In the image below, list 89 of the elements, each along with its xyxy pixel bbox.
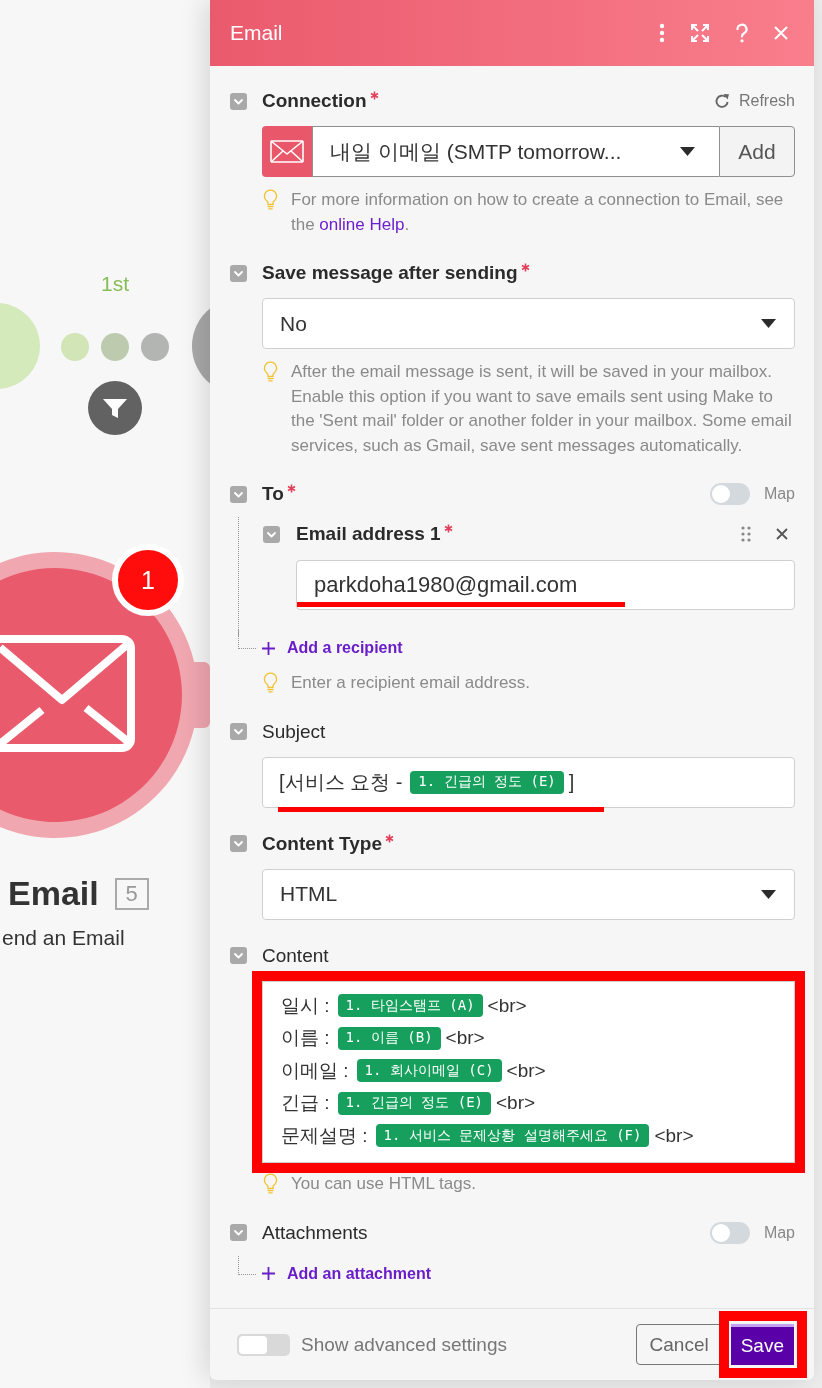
mapped-variable: 1. 회사이메일 (C) xyxy=(356,1059,502,1083)
advanced-settings-label: Show advanced settings xyxy=(301,1333,507,1356)
field-label: Attachments xyxy=(262,1221,368,1244)
module-node[interactable] xyxy=(0,552,210,838)
refresh-icon xyxy=(713,93,730,109)
add-button[interactable]: Add xyxy=(719,126,795,177)
hint-text: After the email message is sent, it will be saved in your mailbox. Enable this option if you want to save emails sent using Make to the 'Sent mail' folder or another folder in your mailbox. Some email services, such as Gmail, save sent messages automatically. xyxy=(291,361,793,457)
lightbulb-icon xyxy=(263,672,278,693)
hint-text: You can use HTML tags. xyxy=(291,1173,476,1195)
field-label: Connection xyxy=(262,90,367,112)
asterisk-icon xyxy=(369,91,379,100)
map-label: Map xyxy=(763,485,795,503)
module-number: 5 xyxy=(114,877,149,910)
help-icon[interactable] xyxy=(735,23,749,43)
caret-icon xyxy=(761,889,776,899)
close-icon[interactable] xyxy=(776,528,788,540)
lightbulb-icon xyxy=(263,1173,278,1194)
input-text: [서비스 요청 - xyxy=(279,769,403,795)
input-text: ] xyxy=(568,770,575,794)
drag-handle-icon[interactable] xyxy=(741,526,751,542)
module-node[interactable] xyxy=(0,302,42,390)
module-subtitle: end an Email xyxy=(2,926,125,950)
mapped-variable: 1. 긴급의 정도 (E) xyxy=(410,770,564,794)
hint-text: For more information on how to create a connection to Email, see the online Help. xyxy=(291,189,785,236)
field-label: Content Type xyxy=(262,832,382,855)
content-text: <br> xyxy=(654,1124,694,1147)
field-label: Subject xyxy=(262,720,326,743)
content-text: <br> xyxy=(506,1059,546,1082)
dot-icon xyxy=(101,333,129,361)
route-label: 1st xyxy=(100,272,130,296)
help-link[interactable]: online Help xyxy=(319,214,405,234)
caret-icon xyxy=(761,319,776,328)
advanced-settings-toggle[interactable] xyxy=(237,1333,290,1356)
chevron-icon[interactable] xyxy=(230,264,247,282)
plus-icon xyxy=(262,1267,275,1280)
plus-icon xyxy=(262,641,275,655)
map-label: Map xyxy=(763,1223,795,1242)
map-toggle[interactable] xyxy=(709,1221,750,1244)
content-text: 문제설명 : xyxy=(281,1123,368,1148)
content-text: 일시 : xyxy=(281,993,330,1018)
map-toggle[interactable] xyxy=(709,483,750,505)
mapped-variable: 1. 서비스 문제상황 설명해주세요 (F) xyxy=(375,1124,650,1148)
dropdown-field[interactable]: HTML xyxy=(262,868,795,920)
asterisk-icon xyxy=(385,833,394,843)
add-item-button[interactable]: Add an attachment xyxy=(262,1261,431,1286)
email-input[interactable]: parkdoha1980@gmail.com xyxy=(296,560,795,610)
module-title: Email xyxy=(8,874,99,913)
mapped-variable: 1. 이름 (B) xyxy=(337,1026,441,1050)
content-text: <br> xyxy=(487,994,527,1017)
chevron-icon[interactable] xyxy=(230,92,247,110)
more-options-icon[interactable] xyxy=(659,23,665,43)
lightbulb-icon xyxy=(263,361,278,382)
add-item-button[interactable]: Add a recipient xyxy=(262,636,403,660)
expand-icon[interactable] xyxy=(690,23,710,43)
content-editor[interactable]: 일시 : 1. 타임스탬프 (A) <br> 이름 : 1. 이름 (B) <br> 이메일 : 1. 회사이메일 (C) <br> 긴급 : 1. 긴급의 정도 (E) <br> 문제설명 : 1. 서비스 문제상황 설명해주세요 (F) <br> xyxy=(262,980,795,1163)
chevron-icon[interactable] xyxy=(230,1224,247,1241)
dot-icon xyxy=(61,333,89,361)
asterisk-icon xyxy=(520,263,530,272)
connection-select[interactable]: 내일 이메일 (SMTP tomorrow... xyxy=(312,126,719,177)
chevron-icon[interactable] xyxy=(230,835,247,852)
chevron-icon[interactable] xyxy=(263,525,280,543)
mapped-variable: 1. 긴급의 정도 (E) xyxy=(337,1091,491,1115)
content-text: <br> xyxy=(496,1092,536,1115)
lightbulb-icon xyxy=(263,189,278,210)
asterisk-icon xyxy=(443,524,453,533)
field-label: Email address 1 xyxy=(296,523,441,545)
field-label: To xyxy=(262,483,284,505)
envelope-icon xyxy=(262,126,312,177)
notification-badge: 1 xyxy=(112,544,184,616)
caret-icon xyxy=(680,147,695,156)
envelope-icon xyxy=(0,635,135,752)
field-label: Save message after sending xyxy=(262,262,518,284)
dropdown-field[interactable]: No xyxy=(262,298,795,349)
chevron-icon[interactable] xyxy=(230,947,247,964)
save-button[interactable]: Save xyxy=(730,1324,794,1365)
content-text: 이메일 : xyxy=(281,1058,349,1083)
asterisk-icon xyxy=(286,484,296,493)
filter-icon[interactable] xyxy=(88,381,142,435)
content-text: 긴급 : xyxy=(281,1091,330,1116)
dot-icon xyxy=(141,333,169,361)
chevron-icon[interactable] xyxy=(230,723,247,740)
mapped-variable: 1. 타임스탬프 (A) xyxy=(337,994,483,1018)
panel-title: Email xyxy=(230,21,284,45)
field-label: Content xyxy=(262,944,329,967)
content-text: <br> xyxy=(445,1027,485,1050)
chevron-icon[interactable] xyxy=(230,485,247,503)
hint-text: Enter a recipient email address. xyxy=(291,672,531,694)
content-text: 이름 : xyxy=(281,1026,330,1051)
refresh-button[interactable]: Refresh xyxy=(713,92,795,110)
